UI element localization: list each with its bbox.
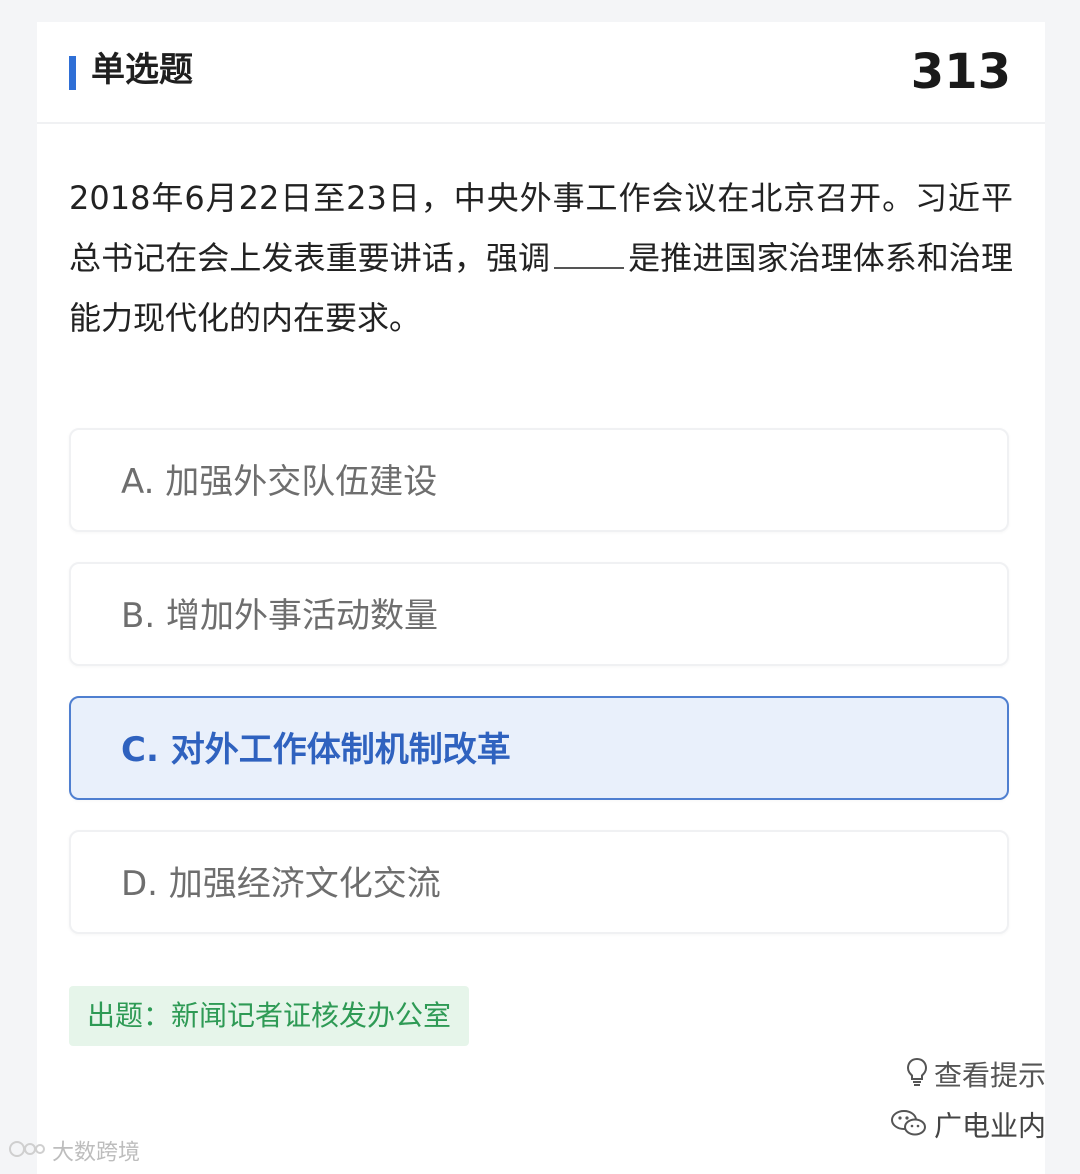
watermark-left: 大数跨境	[8, 1138, 140, 1169]
option-a[interactable]: A. 加强外交队伍建设	[69, 428, 1009, 532]
option-label: C. 对外工作体制机制改革	[121, 730, 511, 770]
watermark-right-text: 广电业内	[934, 1109, 1047, 1143]
lightbulb-icon	[906, 1057, 928, 1098]
option-b[interactable]: B. 增加外事活动数量	[69, 562, 1009, 666]
hint-label: 查看提示	[933, 1059, 1046, 1092]
watermark-left-text: 大数跨境	[52, 1140, 141, 1166]
watermark-right: 广电业内	[890, 1108, 1046, 1147]
header-accent-bar	[69, 56, 76, 90]
card-header: 单选题 313	[37, 22, 1045, 124]
option-d[interactable]: D. 加强经济文化交流	[69, 830, 1009, 934]
question-type-title: 单选题	[91, 50, 193, 90]
question-blank	[554, 243, 625, 269]
view-hint-button[interactable]: 查看提示	[906, 1056, 1046, 1098]
question-number: 313	[910, 44, 1011, 100]
source-badge: 出题：新闻记者证核发办公室	[69, 986, 470, 1046]
watermark-logo-icon	[8, 1138, 46, 1169]
option-c[interactable]: C. 对外工作体制机制改革	[69, 696, 1009, 800]
option-label: D. 加强经济文化交流	[121, 864, 441, 904]
question-card: 单选题 313 2018年6月22日至23日，中央外事工作会议在北京召开。习近平…	[37, 22, 1045, 1174]
option-label: B. 增加外事活动数量	[121, 596, 438, 636]
question-text: 2018年6月22日至23日，中央外事工作会议在北京召开。习近平总书记在会上发表…	[69, 168, 1013, 348]
wechat-icon	[890, 1108, 928, 1147]
option-label: A. 加强外交队伍建设	[121, 462, 438, 502]
